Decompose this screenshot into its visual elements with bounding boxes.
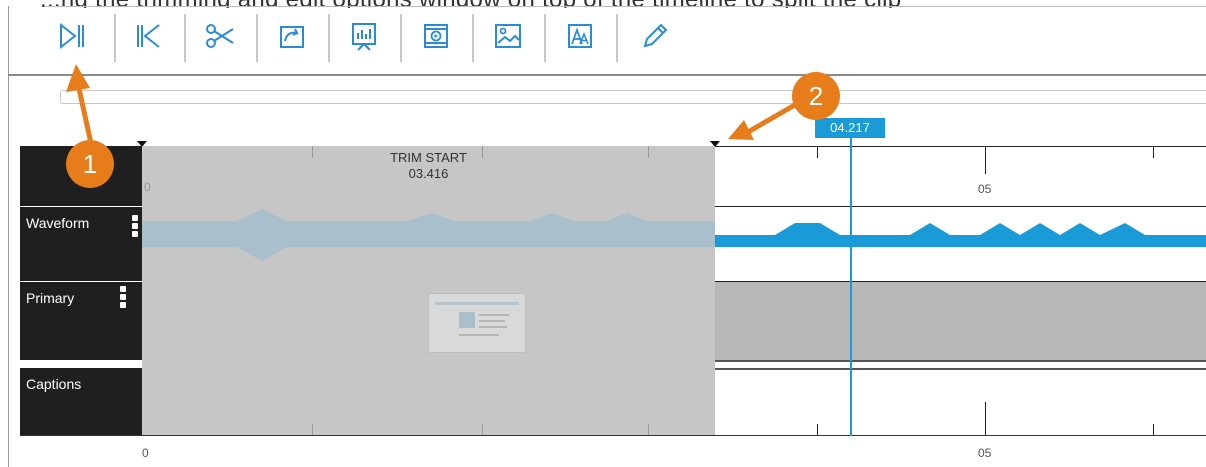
- toolbar-separator: [114, 14, 116, 62]
- playhead-time-tag[interactable]: 04.217: [815, 118, 885, 138]
- thumbnail-image: [429, 294, 525, 352]
- waveform-track-menu[interactable]: [132, 215, 138, 239]
- chart-button[interactable]: [342, 14, 386, 58]
- undo-icon: [280, 26, 304, 48]
- scissors-icon: [206, 24, 234, 48]
- ruler-tick: [482, 146, 483, 158]
- primary-track-clip[interactable]: [715, 282, 1206, 360]
- cut-button[interactable]: [198, 14, 242, 58]
- primary-track-menu[interactable]: [120, 286, 126, 310]
- ruler-tick: [648, 146, 649, 158]
- trim-start-title: TRIM START: [390, 150, 467, 165]
- toolbar-separator: [184, 14, 186, 62]
- image-icon: [495, 24, 521, 48]
- go-to-start-button[interactable]: [126, 14, 170, 58]
- toolbar-separator: [256, 14, 258, 62]
- video-icon: [424, 24, 448, 48]
- video-button[interactable]: [414, 14, 458, 58]
- ruler-tick: [817, 146, 818, 158]
- text-icon: [568, 24, 592, 48]
- pencil-icon: [643, 23, 668, 48]
- ruler-tick: [1153, 146, 1154, 158]
- toolbar-separator: [472, 14, 474, 62]
- primary-clip-thumbnail: [428, 293, 526, 353]
- track-header-waveform: Waveform: [20, 207, 142, 281]
- ruler-tick: [312, 146, 313, 158]
- track-label-waveform: Waveform: [26, 215, 90, 231]
- track-header-primary: Primary: [20, 282, 142, 360]
- split-at-playhead-button[interactable]: [50, 14, 94, 58]
- toolbar-bottom-border: [8, 74, 1206, 76]
- track-label-primary: Primary: [26, 290, 75, 306]
- timeline-bottom-line: [20, 435, 1206, 436]
- toolbar-separator: [544, 14, 546, 62]
- callout-badge-1: 1: [66, 140, 114, 188]
- image-button[interactable]: [486, 14, 530, 58]
- track-header-captions: Captions: [20, 368, 142, 436]
- presentation-chart-icon: [352, 23, 376, 51]
- bottom-ruler-label-five: 05: [978, 446, 992, 460]
- ruler-tick-major: [985, 146, 986, 174]
- go-to-start-icon: [137, 24, 160, 48]
- timeline-scrollbar[interactable]: [60, 90, 1206, 104]
- bottom-ruler-label-zero: 0: [142, 446, 149, 460]
- split-at-playhead-icon: [60, 22, 84, 50]
- ruler-label-zero: 0: [144, 180, 151, 194]
- toolbar-separator: [400, 14, 402, 62]
- trim-start-time: 03.416: [408, 166, 449, 181]
- toolbar-top-border: [44, 6, 1206, 7]
- playhead-line[interactable]: [850, 138, 852, 436]
- toolbar-separator: [328, 14, 330, 62]
- edit-button[interactable]: [632, 14, 676, 58]
- trimmed-region-overlay: [142, 146, 715, 436]
- waveform-clip[interactable]: [715, 207, 1206, 281]
- toolbar-separator: [616, 14, 618, 62]
- caption-tick-major: [985, 402, 986, 436]
- text-button[interactable]: [558, 14, 602, 58]
- track-label-captions: Captions: [26, 376, 82, 392]
- trimmed-waveform: [142, 209, 715, 261]
- ruler-label-five: 05: [978, 182, 992, 196]
- undo-button[interactable]: [270, 14, 314, 58]
- trim-start-label: TRIM START 03.416: [142, 150, 715, 182]
- callout-badge-2: 2: [792, 72, 840, 120]
